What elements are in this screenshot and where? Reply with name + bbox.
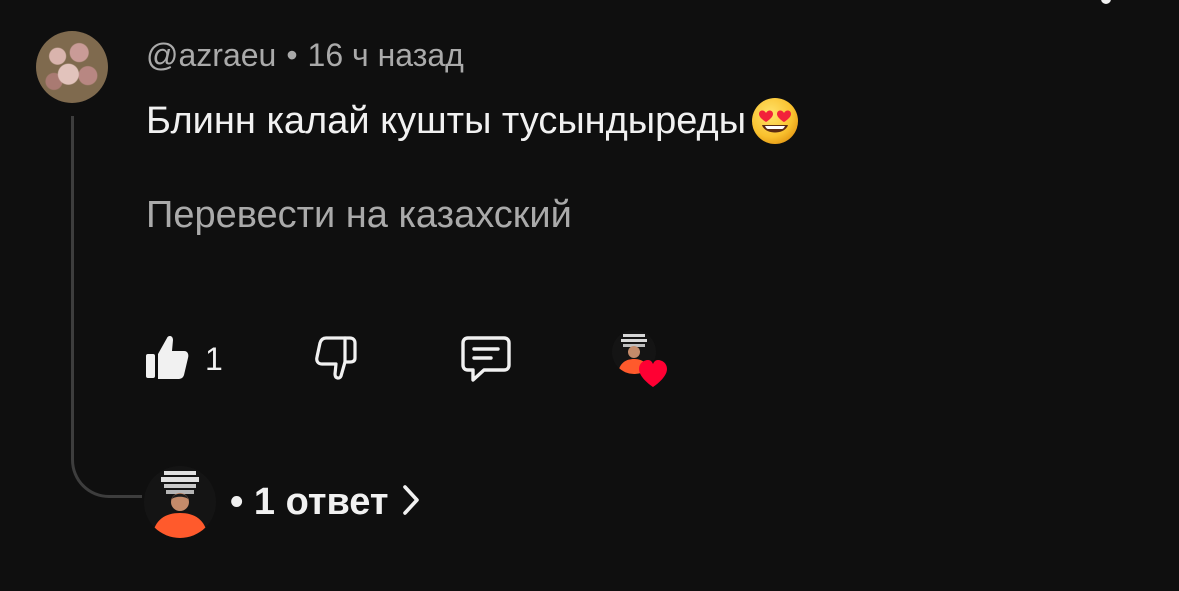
dislike-button[interactable]	[313, 334, 361, 387]
comment-time: 16 ч назад	[307, 37, 464, 73]
author-avatar[interactable]	[36, 31, 108, 103]
comment-body: Блинн калай кушты тусындыреды	[146, 96, 800, 146]
view-replies-button[interactable]: • 1 ответ	[144, 466, 421, 538]
translate-link[interactable]: Перевести на казахский	[146, 194, 572, 237]
reply-bubble-icon	[460, 336, 512, 388]
thread-connector-line	[71, 116, 142, 498]
replies-count: 1 ответ	[253, 480, 389, 523]
heart-icon	[638, 360, 668, 393]
meta-separator: •	[286, 37, 298, 73]
reply-author-avatar	[144, 466, 216, 538]
comment-meta: @azraeu • 16 ч назад	[146, 37, 464, 74]
thumb-up-icon	[145, 334, 189, 385]
chevron-right-icon	[401, 483, 421, 522]
like-button[interactable]: 1	[145, 334, 223, 385]
heart-eyes-emoji-icon	[750, 96, 800, 146]
reply-button[interactable]	[460, 334, 512, 389]
comment-author[interactable]: @azraeu	[146, 37, 276, 73]
replies-separator: •	[230, 480, 244, 523]
thumb-down-icon	[313, 336, 361, 386]
comment-thread: @azraeu • 16 ч назад Блинн калай кушты тус…	[0, 0, 1179, 591]
replies-label: • 1 ответ	[230, 481, 389, 524]
more-options-icon[interactable]	[1101, 0, 1111, 4]
like-count: 1	[205, 341, 223, 377]
comment-text: Блинн калай кушты тусындыреды	[146, 99, 747, 142]
creator-heart-badge	[612, 330, 672, 390]
